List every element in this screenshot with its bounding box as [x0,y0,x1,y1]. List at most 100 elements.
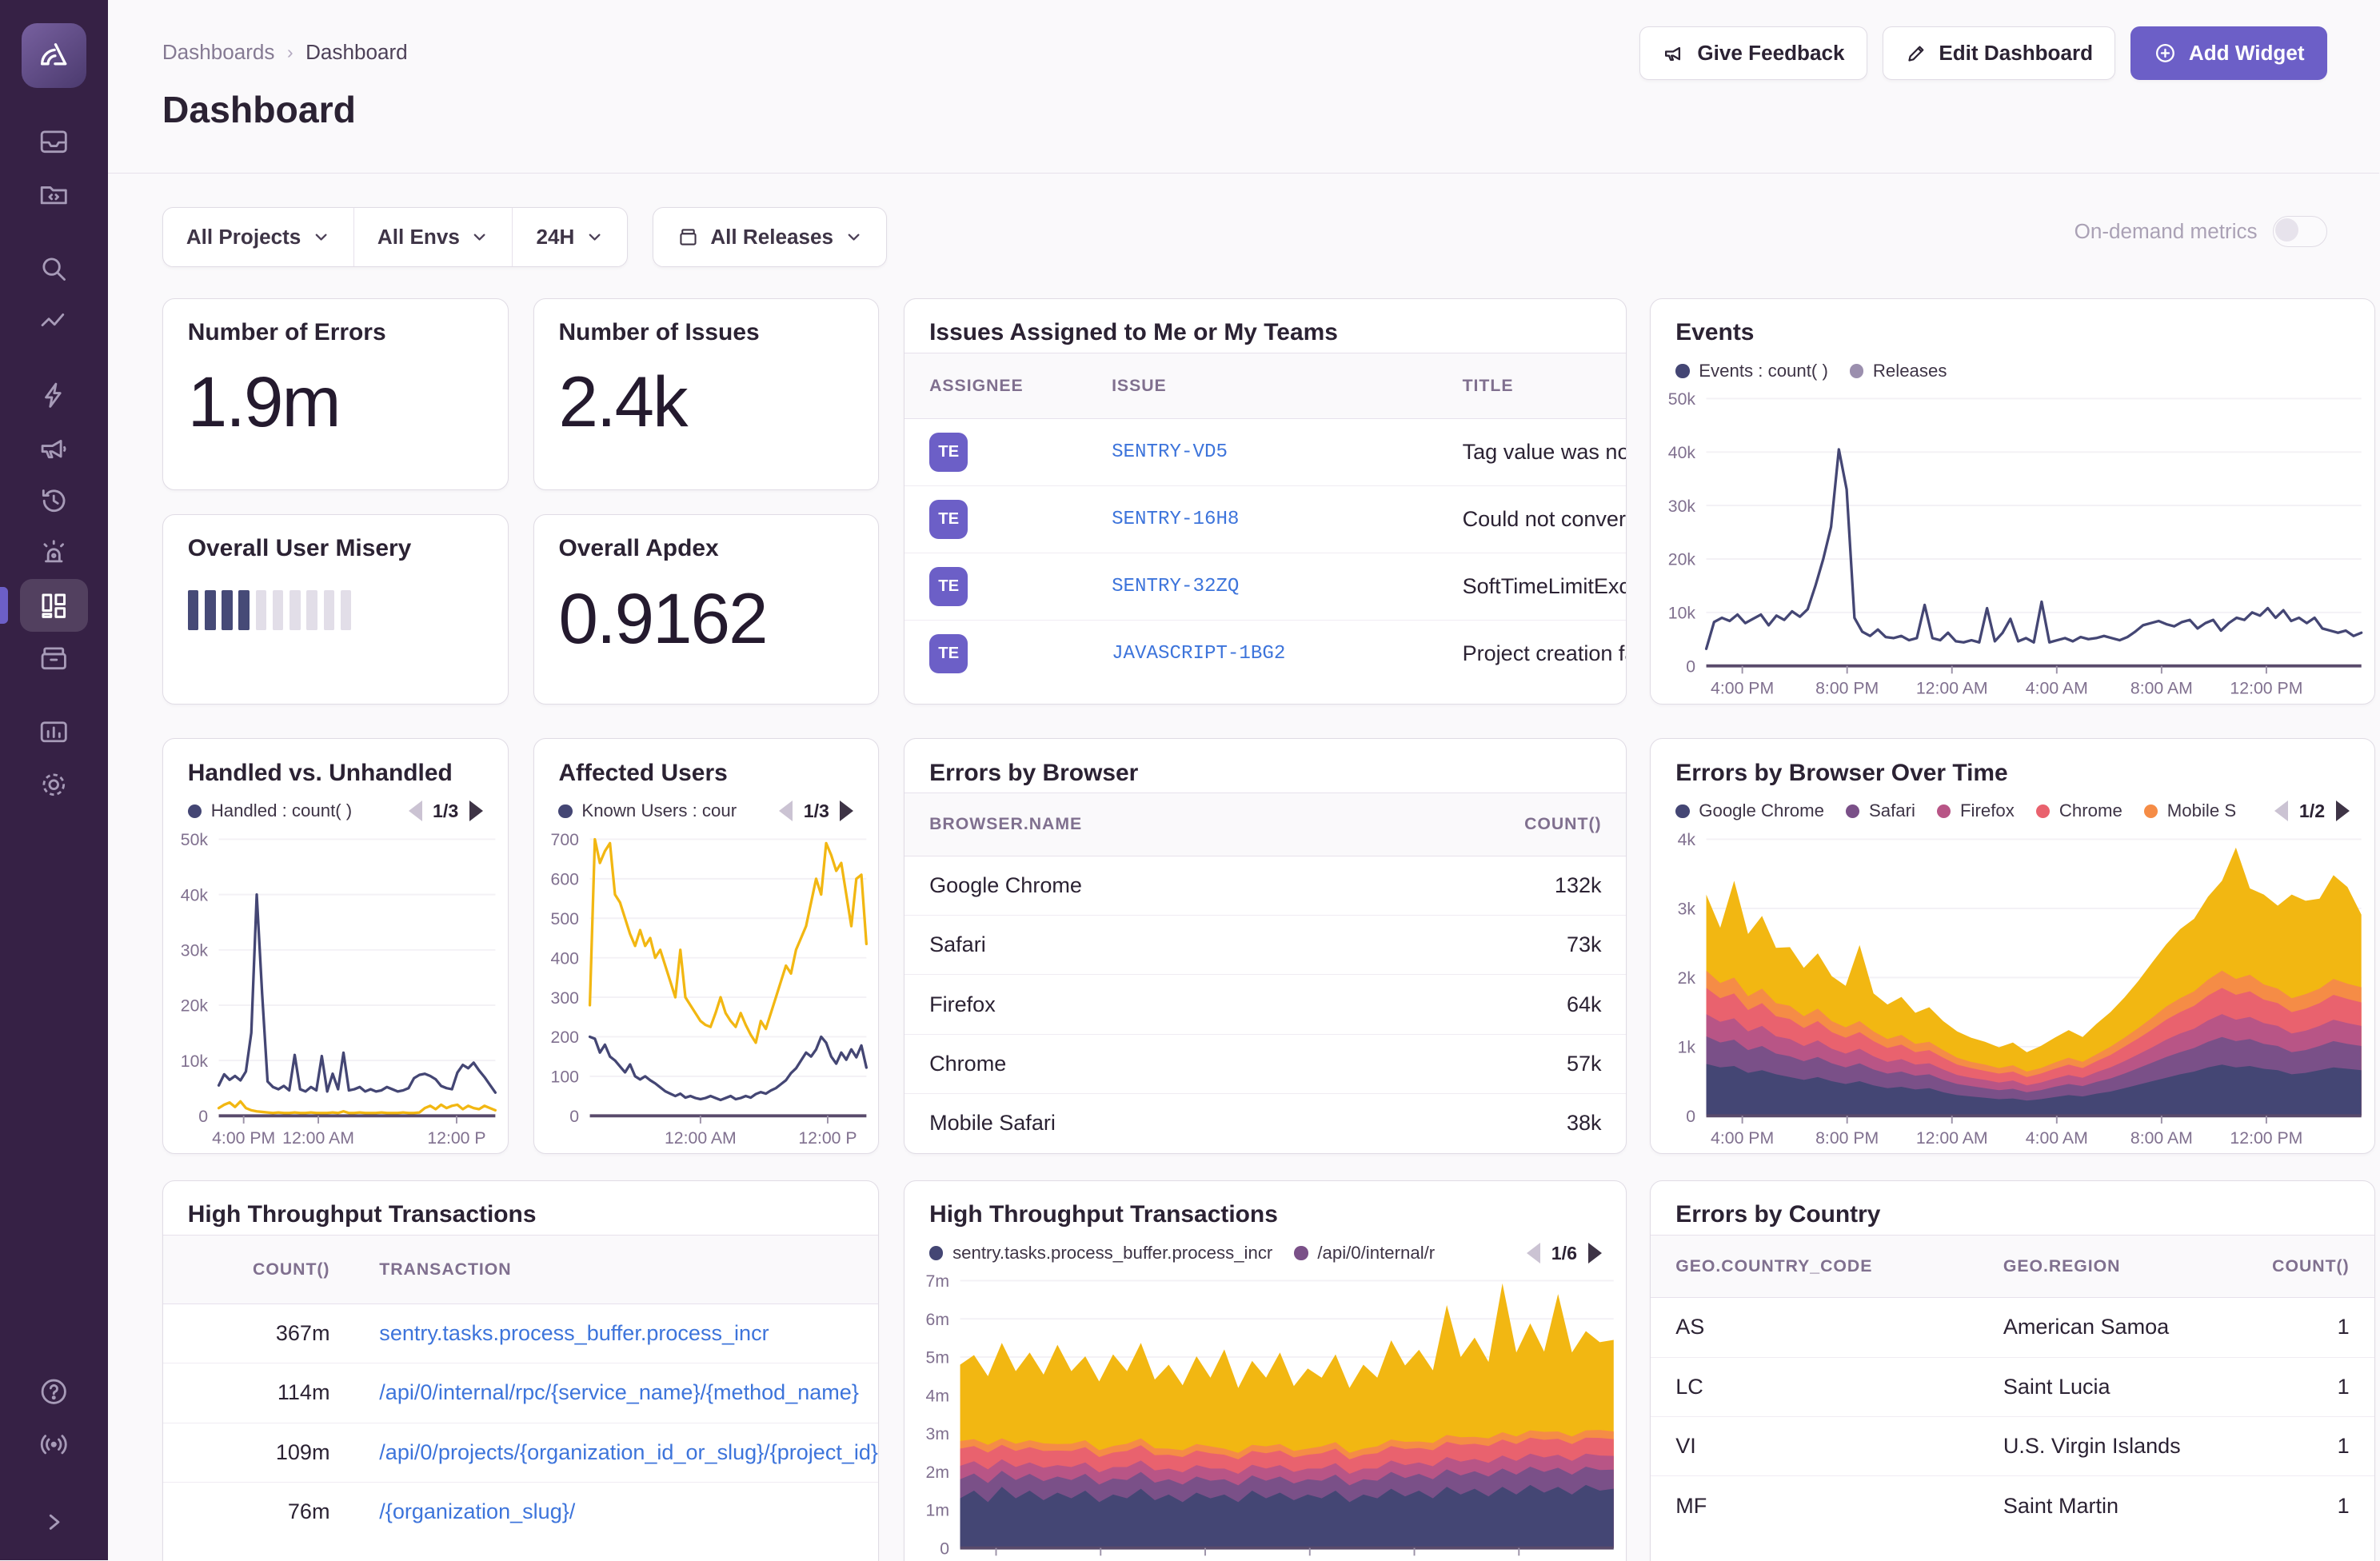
misery-bar [188,590,199,630]
sidebar-item-replays[interactable] [20,474,88,527]
edit-dashboard-button[interactable]: Edit Dashboard [1883,26,2115,81]
widget-events-chart[interactable]: Events Events : count( )Releases 010k20k… [1650,298,2374,705]
table-link[interactable]: /api/0/internal/rpc/{service_name}/{meth… [354,1380,878,1405]
date-range-filter[interactable]: 24H [512,208,626,266]
legend-item[interactable]: Handled : count( ) [188,800,352,821]
sentry-logo[interactable] [22,23,86,88]
sidebar-item-stats[interactable] [20,706,88,759]
column-header[interactable]: COUNT() [2186,1256,2374,1276]
give-feedback-button[interactable]: Give Feedback [1639,26,1867,81]
project-filter[interactable]: All Projects [163,208,353,266]
table-link[interactable]: SENTRY-32ZQ [1087,576,1438,597]
widget-errors-by-country[interactable]: Errors by Country GEO.COUNTRY_CODEGEO.RE… [1650,1180,2374,1561]
column-header[interactable]: TITLE [1438,376,1627,396]
pagination-next-icon[interactable] [840,800,853,821]
widget-number-of-issues[interactable]: Number of Issues 2.4k [533,298,880,490]
table-link[interactable]: JAVASCRIPT-1BG2 [1087,643,1438,665]
sidebar-item-issues[interactable] [20,116,88,169]
table-cell: Saint Martin [1979,1494,2186,1519]
sidebar-item-alerts[interactable] [20,527,88,580]
column-header[interactable]: COUNT() [163,1260,355,1280]
ondemand-metrics-toggle[interactable] [2273,216,2327,247]
sentry-logo-icon [35,37,72,74]
breadcrumb-dashboards[interactable]: Dashboards [162,40,275,65]
table-link[interactable]: /api/0/projects/{organization_id_or_slug… [354,1440,878,1465]
assignee-avatar[interactable]: TE [929,634,968,673]
legend-item[interactable]: Mobile S [2144,800,2236,821]
widget-number-of-errors[interactable]: Number of Errors 1.9m [162,298,509,490]
legend-item[interactable]: Known Users : cour [558,800,737,821]
widget-apdex[interactable]: Overall Apdex 0.9162 [533,514,880,705]
table-cell: Firefox [904,992,1407,1017]
pagination-prev-icon[interactable] [779,800,793,821]
table-link[interactable]: SENTRY-16H8 [1087,509,1438,530]
svg-text:50k: 50k [1668,389,1696,409]
legend-item[interactable]: Events : count( ) [1675,361,1828,381]
table-link[interactable]: sentry.tasks.process_buffer.process_incr [354,1321,878,1346]
sidebar-item-starfish[interactable] [20,369,88,422]
events-line-chart: 010k20k30k40k50k4:00 PM8:00 PM12:00 AM4:… [1651,386,2374,704]
widget-high-throughput-chart[interactable]: High Throughput Transactions sentry.task… [904,1180,1627,1561]
sidebar-collapse-button[interactable] [20,1495,88,1548]
legend-item[interactable]: sentry.tasks.process_buffer.process_incr [929,1243,1272,1264]
pagination-next-icon[interactable] [1588,1243,1602,1264]
widget-user-misery[interactable]: Overall User Misery [162,514,509,705]
column-header[interactable]: GEO.COUNTRY_CODE [1651,1256,1979,1276]
column-header[interactable]: BROWSER.NAME [904,814,1407,834]
widget-errors-by-browser[interactable]: Errors by Browser BROWSER.NAMECOUNT()Goo… [904,738,1627,1154]
table-row: Firefox64k [904,975,1626,1034]
pagination-prev-icon[interactable] [1527,1243,1540,1264]
assignee-avatar[interactable]: TE [929,433,968,471]
pagination-next-icon[interactable] [2336,800,2350,821]
sidebar-item-user-feedback[interactable] [20,421,88,474]
widget-title: Issues Assigned to Me or My Teams [904,299,1626,353]
svg-text:2m: 2m [926,1463,950,1482]
broadcast-icon [37,1427,71,1462]
assignee-avatar[interactable]: TE [929,500,968,538]
legend-item[interactable]: Chrome [2036,800,2122,821]
legend-item[interactable]: /api/0/internal/r [1294,1243,1435,1264]
table-link[interactable]: /{organization_slug}/ [354,1499,878,1524]
sidebar-item-search[interactable] [20,242,88,295]
sidebar-item-whats-new[interactable] [20,1419,88,1471]
sidebar-item-projects[interactable] [20,169,88,222]
column-header[interactable]: ISSUE [1087,376,1438,396]
table-row: TESENTRY-16H8Could not convert query [904,486,1626,553]
legend-label: Handled : count( ) [211,800,353,821]
widget-title: Overall User Misery [163,515,508,569]
widget-errors-by-browser-over-time[interactable]: Errors by Browser Over Time Google Chrom… [1650,738,2374,1154]
widget-handled-vs-unhandled[interactable]: Handled vs. Unhandled Handled : count( )… [162,738,509,1154]
sidebar-item-releases[interactable] [20,632,88,685]
legend-label: Safari [1869,800,1915,821]
assignee-avatar[interactable]: TE [929,567,968,605]
pagination-prev-icon[interactable] [409,800,422,821]
table-row: ASAmerican Samoa1 [1651,1298,2374,1357]
column-header[interactable]: ASSIGNEE [904,376,1087,396]
widget-high-throughput-table[interactable]: High Throughput Transactions COUNT()TRAN… [162,1180,880,1561]
widget-affected-users[interactable]: Affected Users Known Users : cour1/3 010… [533,738,880,1154]
table-cell: Safari [904,932,1407,957]
column-header[interactable]: COUNT() [1407,814,1626,834]
pagination-next-icon[interactable] [469,800,483,821]
sidebar-item-settings[interactable] [20,759,88,812]
widget-title: Errors by Browser Over Time [1651,739,2374,792]
legend-dot-icon [188,804,202,818]
pagination-prev-icon[interactable] [2274,800,2288,821]
sidebar-item-performance[interactable] [20,295,88,348]
legend-item[interactable]: Firefox [1937,800,2015,821]
legend-item[interactable]: Releases [1850,361,1947,381]
table-row: 367msentry.tasks.process_buffer.process_… [163,1304,879,1363]
environment-filter[interactable]: All Envs [353,208,513,266]
column-header[interactable]: TRANSACTION [354,1260,878,1280]
table-header: ASSIGNEEISSUETITLE [904,353,1626,419]
sidebar-item-dashboards[interactable] [20,579,88,632]
sidebar-item-help[interactable] [20,1366,88,1419]
widget-issues-assigned[interactable]: Issues Assigned to Me or My Teams ASSIGN… [904,298,1627,705]
add-widget-button[interactable]: Add Widget [2130,26,2326,81]
column-header[interactable]: GEO.REGION [1979,1256,2186,1276]
table-link[interactable]: SENTRY-VD5 [1087,441,1438,463]
svg-text:8:00 AM: 8:00 AM [2130,679,2193,698]
legend-item[interactable]: Safari [1846,800,1915,821]
legend-item[interactable]: Google Chrome [1675,800,1824,821]
release-filter[interactable]: All Releases [653,208,886,266]
